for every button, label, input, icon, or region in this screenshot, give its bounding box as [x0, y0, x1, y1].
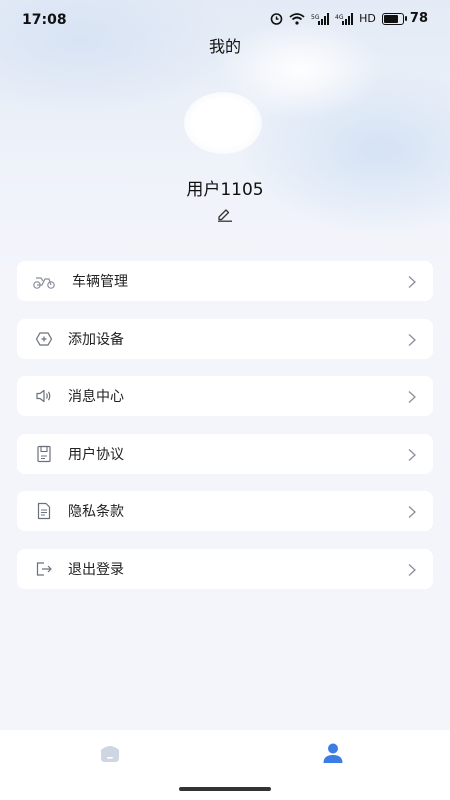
avatar[interactable] — [184, 92, 262, 154]
menu-item-label: 车辆管理 — [72, 274, 128, 290]
chevron-right-icon — [407, 389, 417, 403]
menu-item-user-agreement[interactable]: 用户协议 — [17, 433, 433, 474]
wifi-icon — [289, 12, 305, 26]
tab-profile[interactable] — [318, 742, 348, 768]
scooter-icon — [32, 269, 56, 293]
menu-item-label: 隐私条款 — [68, 504, 124, 520]
chevron-right-icon — [407, 274, 417, 288]
svg-text:4G: 4G — [335, 14, 344, 21]
svg-text:5G: 5G — [311, 14, 320, 21]
home-indicator — [179, 787, 271, 791]
chevron-right-icon — [407, 562, 417, 576]
network-label: HD — [359, 12, 376, 25]
menu-item-logout[interactable]: 退出登录 — [17, 548, 433, 589]
menu-item-vehicle-management[interactable]: 车辆管理 — [17, 261, 433, 301]
document-icon — [32, 499, 56, 523]
logout-icon — [32, 557, 56, 581]
menu-item-add-device[interactable]: 添加设备 — [17, 318, 433, 359]
chevron-right-icon — [407, 332, 417, 346]
username: 用户1105 — [186, 180, 264, 200]
status-time: 17:08 — [22, 12, 67, 28]
home-icon — [97, 742, 123, 768]
speaker-icon — [32, 384, 56, 408]
menu-item-label: 用户协议 — [68, 446, 124, 463]
edit-icon[interactable] — [214, 206, 236, 224]
signal-icon: 5G — [311, 12, 330, 26]
user-icon — [321, 742, 345, 768]
signal-icon: 4G — [335, 12, 354, 26]
chevron-right-icon — [407, 447, 417, 461]
chevron-right-icon — [407, 504, 417, 518]
battery-level: 78 — [409, 11, 428, 26]
menu-item-label: 消息中心 — [68, 389, 124, 405]
page-title: 我的 — [208, 37, 241, 56]
status-icons: 5G 4G HD 78 — [270, 11, 428, 26]
alarm-icon — [270, 12, 283, 26]
menu-item-label: 添加设备 — [68, 331, 124, 348]
tab-home[interactable] — [95, 742, 125, 768]
battery-icon — [381, 12, 407, 25]
menu-item-message-center[interactable]: 消息中心 — [17, 376, 433, 416]
menu-item-privacy-policy[interactable]: 隐私条款 — [17, 491, 433, 531]
menu-list: 车辆管理 添加设备 消息中心 用户协议 隐私条款 退出登录 — [17, 261, 433, 606]
add-device-icon — [32, 327, 56, 351]
document-save-icon — [32, 442, 56, 466]
menu-item-label: 退出登录 — [68, 561, 124, 578]
